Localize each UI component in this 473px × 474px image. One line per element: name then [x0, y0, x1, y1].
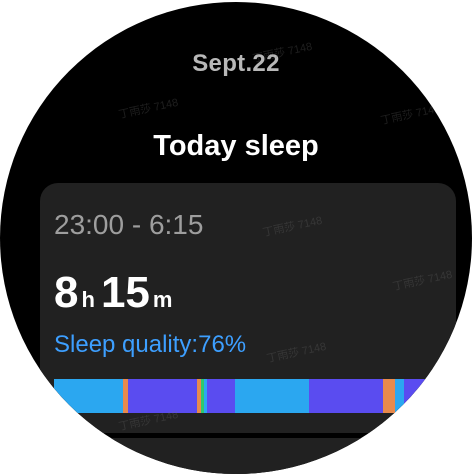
- duration-minutes: 15: [100, 268, 150, 317]
- page-title: Today sleep: [153, 130, 319, 162]
- date-label: Sept.22: [192, 50, 280, 77]
- sleep-duration: 8 h 15 m: [54, 271, 178, 315]
- sleep-summary-card[interactable]: 23:00 - 6:15 8 h 15 m Sleep quality:76%: [40, 183, 456, 433]
- watch-face: Sept.22 Today sleep 23:00 - 6:15 8 h 15 …: [0, 2, 472, 474]
- sleep-stage-segment-rem: [435, 379, 456, 413]
- sleep-stage-segment-deep: [206, 379, 235, 413]
- sleep-stage-segment-deep: [127, 379, 198, 413]
- next-card[interactable]: [60, 438, 420, 474]
- duration-minutes-unit: m: [152, 287, 173, 312]
- sleep-stage-bar: [54, 379, 456, 413]
- watermark-text: 丁雨莎 7148: [117, 96, 180, 122]
- sleep-stage-segment-awake: [382, 379, 395, 413]
- duration-hours: 8: [54, 268, 79, 317]
- sleep-quality: Sleep quality:76%: [54, 331, 247, 358]
- duration-hours-unit: h: [81, 287, 95, 312]
- watermark-text: 丁雨莎 7148: [379, 102, 442, 128]
- sleep-time-range: 23:00 - 6:15: [54, 209, 204, 240]
- sleep-stage-segment-light: [54, 379, 124, 413]
- sleep-stage-segment-light: [234, 379, 309, 413]
- page: Sept.22 Today sleep 23:00 - 6:15 8 h 15 …: [0, 0, 473, 474]
- sleep-stage-segment-deep: [403, 379, 436, 413]
- sleep-stage-segment-light: [394, 379, 404, 413]
- sleep-stage-segment-deep: [308, 379, 383, 413]
